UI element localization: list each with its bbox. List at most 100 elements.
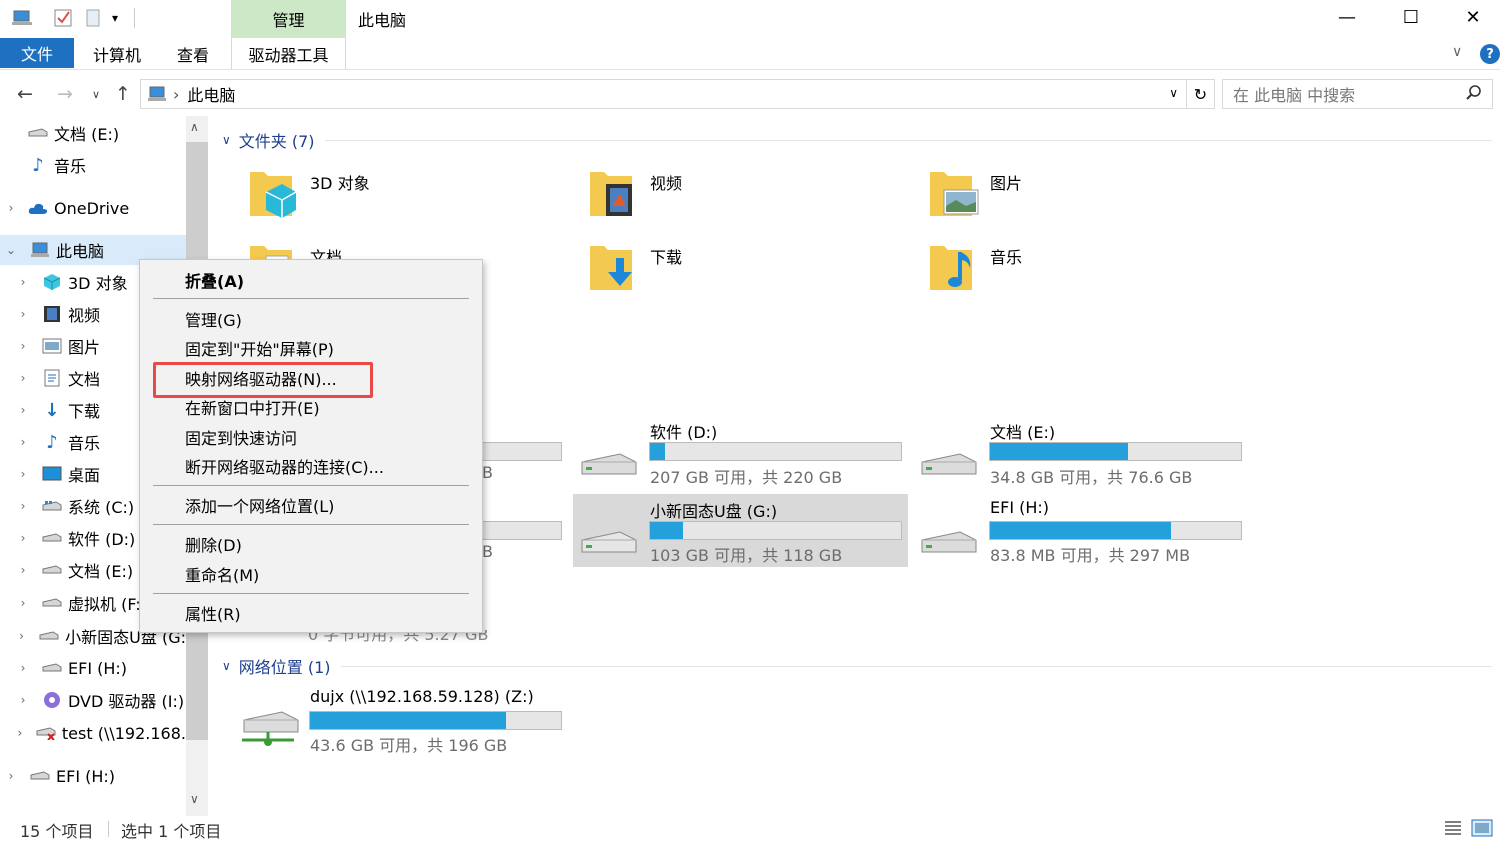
folder-videos-label[interactable]: 视频 (650, 170, 682, 194)
close-button[interactable]: ✕ (1442, 0, 1500, 34)
chevron-right-icon[interactable]: › (4, 201, 18, 215)
computer-icon (30, 241, 50, 259)
folders-group-header[interactable]: ∨ 文件夹 (7) (222, 128, 1492, 152)
network-group-header[interactable]: ∨ 网络位置 (1) (222, 654, 1492, 678)
drive-h-free: 83.8 MB 可用，共 297 MB (990, 546, 1191, 565)
back-arrow-icon[interactable]: ← (12, 82, 38, 106)
folder-3d-objects-icon[interactable] (248, 166, 297, 220)
properties-icon[interactable] (52, 6, 74, 30)
chevron-right-icon[interactable]: › (16, 629, 27, 643)
chevron-right-icon[interactable]: › (16, 467, 30, 481)
expand-ribbon-icon[interactable]: ∨ (1452, 44, 1462, 60)
chevron-right-icon[interactable]: › (16, 307, 30, 321)
drive-d-label[interactable]: 软件 (D:) (650, 419, 717, 443)
menu-item-disconnect-drive[interactable]: 断开网络驱动器的连接(C)... (185, 452, 384, 480)
folder-pictures-label[interactable]: 图片 (990, 170, 1022, 194)
computer-icon[interactable] (10, 6, 34, 30)
nav-item-music-top[interactable]: ♪ 音乐 (0, 150, 186, 180)
minimize-button[interactable]: — (1316, 0, 1378, 34)
details-view-icon[interactable] (1443, 818, 1463, 842)
network-drive-label[interactable]: dujx (\\192.168.59.128) (Z:) (310, 687, 534, 706)
tab-view[interactable]: 查看 (165, 38, 221, 69)
music-note-icon: ♪ (32, 154, 44, 176)
chevron-right-icon[interactable]: › (16, 531, 30, 545)
chevron-right-icon[interactable]: › (16, 435, 30, 449)
menu-item-pin-quick-access[interactable]: 固定到快速访问 (185, 423, 297, 451)
menu-item-rename[interactable]: 重命名(M) (185, 560, 259, 588)
menu-item-delete[interactable]: 删除(D) (185, 530, 242, 558)
address-dropdown-icon[interactable]: ∨ (1169, 86, 1178, 100)
drive-h-usage-bar (989, 521, 1242, 540)
tab-file[interactable]: 文件 (0, 38, 74, 68)
folder-3d-objects-label[interactable]: 3D 对象 (310, 170, 370, 194)
chevron-right-icon[interactable]: › (16, 339, 30, 353)
chevron-right-icon[interactable]: › (16, 693, 30, 707)
divider (134, 8, 135, 28)
drive-g-label[interactable]: 小新固态U盘 (G:) (650, 498, 777, 522)
chevron-right-icon[interactable]: › (4, 769, 18, 783)
drive-h-icon[interactable] (920, 528, 977, 558)
tab-manage[interactable]: 管理 (231, 0, 346, 38)
network-drive-usage-fill (310, 712, 506, 729)
nav-item-dvd-i[interactable]: › DVD 驱动器 (I:) (0, 685, 186, 715)
chevron-down-icon: ∨ (222, 659, 231, 673)
chevron-right-icon[interactable]: › (16, 371, 30, 385)
nav-item-test-network[interactable]: › test (\\192.168. (0, 718, 186, 748)
new-folder-icon[interactable] (82, 6, 104, 30)
nav-item-docs-e-top[interactable]: 文档 (E:) (0, 118, 186, 148)
folder-videos-icon[interactable] (588, 166, 636, 220)
search-input[interactable]: 在 此电脑 中搜索 (1222, 79, 1493, 109)
desktop-icon (42, 465, 62, 483)
network-drive-usage-bar (309, 711, 562, 730)
folder-downloads-label[interactable]: 下载 (650, 244, 682, 268)
disconnected-drive-icon (36, 724, 56, 742)
drive-g-free: 103 GB 可用，共 118 GB (650, 546, 843, 565)
tab-computer[interactable]: 计算机 (82, 38, 152, 69)
folder-downloads-icon[interactable] (588, 240, 636, 294)
chevron-right-icon[interactable]: › (16, 275, 30, 289)
cloud-icon (28, 199, 48, 217)
address-box[interactable]: › 此电脑 ∨ ↻ (140, 79, 1215, 109)
nav-item-efi-h-root[interactable]: › EFI (H:) (0, 761, 186, 791)
chevron-down-icon[interactable]: ⌄ (4, 243, 18, 257)
drive-bar-partial-1 (482, 442, 562, 461)
drive-h-label[interactable]: EFI (H:) (990, 498, 1049, 517)
menu-item-pin-start[interactable]: 固定到"开始"屏幕(P) (185, 334, 334, 362)
recent-locations-icon[interactable]: ∨ (88, 82, 104, 106)
scroll-down-icon[interactable]: ∨ (190, 792, 199, 806)
menu-item-properties[interactable]: 属性(R) (185, 599, 241, 627)
drive-e-label[interactable]: 文档 (E:) (990, 419, 1055, 443)
drive-g-icon[interactable] (580, 528, 637, 558)
forward-arrow-icon[interactable]: → (52, 82, 78, 106)
chevron-right-icon[interactable]: › (16, 403, 30, 417)
chevron-right-icon[interactable]: › (16, 499, 30, 513)
up-arrow-icon[interactable]: ↑ (110, 82, 136, 106)
breadcrumb-this-pc[interactable]: 此电脑 (187, 82, 235, 106)
tab-drive-tools[interactable]: 驱动器工具 (231, 38, 346, 69)
scroll-up-icon[interactable]: ∧ (190, 120, 199, 134)
chevron-right-icon[interactable]: › (16, 726, 24, 740)
chevron-right-icon[interactable]: › (16, 563, 30, 577)
maximize-button[interactable]: ☐ (1380, 0, 1442, 34)
nav-item-efi-h[interactable]: › EFI (H:) (0, 653, 186, 683)
drive-e-icon[interactable] (920, 450, 977, 480)
large-icons-view-icon[interactable] (1471, 818, 1493, 842)
menu-item-add-network-location[interactable]: 添加一个网络位置(L) (185, 491, 334, 519)
drive-d-icon[interactable] (580, 450, 637, 480)
drive-partial-text-1: B (482, 463, 493, 482)
chevron-right-icon[interactable]: › (16, 661, 30, 675)
folder-music-icon[interactable] (928, 240, 976, 294)
refresh-icon[interactable]: ↻ (1186, 80, 1214, 108)
folder-music-label[interactable]: 音乐 (990, 244, 1022, 268)
network-drive-icon[interactable] (238, 710, 302, 750)
menu-item-collapse[interactable]: 折叠(A) (185, 266, 244, 294)
menu-item-manage[interactable]: 管理(G) (185, 305, 242, 333)
drive-g-usage-bar (649, 521, 902, 540)
network-drive-free: 43.6 GB 可用，共 196 GB (310, 736, 508, 755)
search-icon[interactable] (1466, 85, 1482, 105)
folder-pictures-icon[interactable] (928, 166, 979, 220)
nav-item-onedrive[interactable]: › OneDrive (0, 193, 186, 223)
help-icon[interactable]: ? (1480, 44, 1500, 64)
customize-quick-access-icon[interactable]: ▾ (106, 6, 124, 30)
chevron-right-icon[interactable]: › (16, 596, 30, 610)
